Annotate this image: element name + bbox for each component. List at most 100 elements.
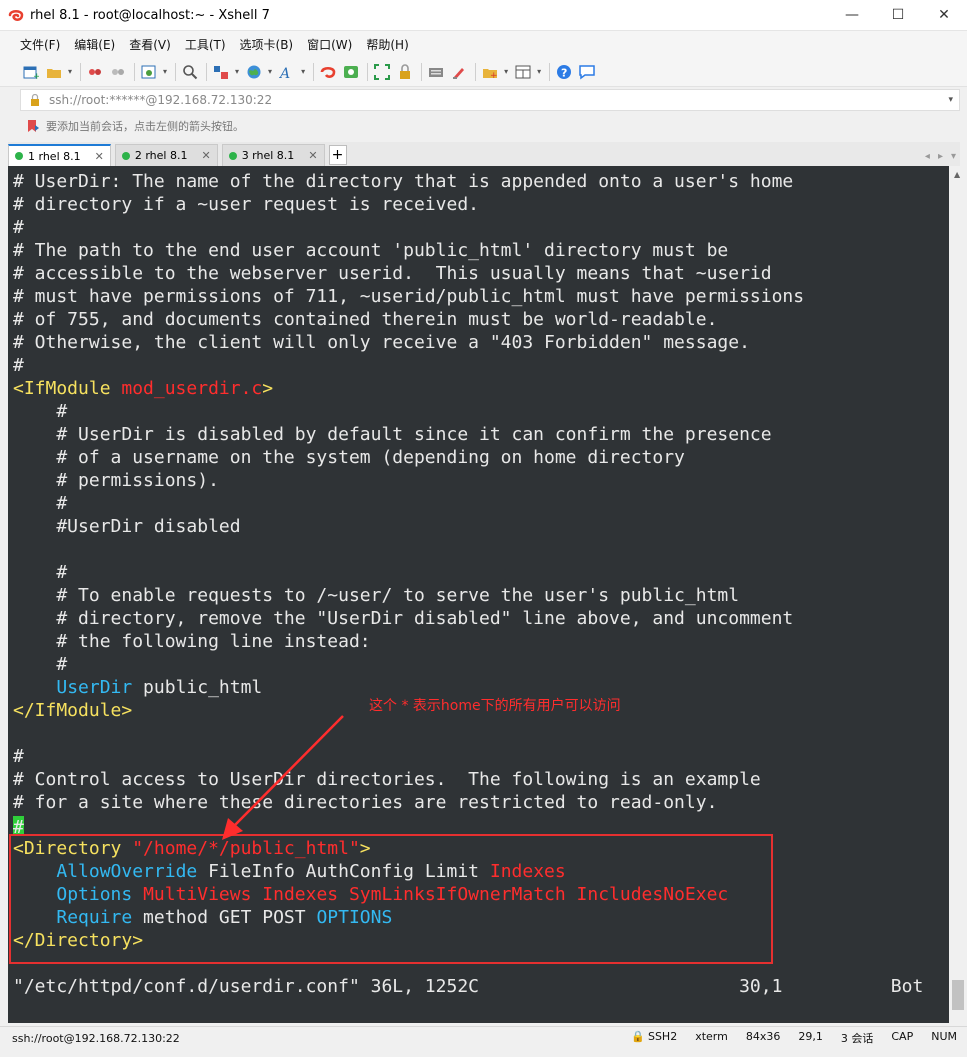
hint-bar: 要添加当前会话，点击左侧的箭头按钮。 <box>20 115 960 137</box>
keyboard-icon[interactable] <box>427 63 444 80</box>
maximize-button[interactable]: ☐ <box>875 0 921 31</box>
new-session-icon[interactable]: + <box>22 63 39 80</box>
toolbar-divider <box>175 62 177 81</box>
chat-icon[interactable] <box>578 63 595 80</box>
search-icon[interactable] <box>181 63 198 80</box>
menu-view[interactable]: 查看(V) <box>129 36 171 53</box>
address-input[interactable]: ssh://root:******@192.168.72.130:22 <box>49 93 272 107</box>
address-bar[interactable]: ssh://root:******@192.168.72.130:22 ▾ <box>20 89 960 111</box>
status-sessions[interactable]: 3 会话 <box>841 1030 874 1046</box>
tab-prev-icon[interactable]: ◂ <box>925 151 930 162</box>
tab-next-icon[interactable]: ▸ <box>938 151 943 162</box>
terminal-text: Options <box>56 884 133 905</box>
terminal-text: # <box>13 654 68 675</box>
close-button[interactable]: ✕ <box>921 0 967 31</box>
new-tab-folder-icon[interactable]: + <box>481 63 498 80</box>
title-bar: rhel 8.1 - root@localhost:~ - Xshell 7 —… <box>0 0 967 31</box>
terminal-line: # <box>13 354 24 377</box>
connected-status-icon <box>121 151 130 160</box>
tab-close-icon[interactable]: ✕ <box>201 149 210 162</box>
terminal-line: <Directory "/home/*/public_html"> <box>13 837 371 860</box>
tile-windows-icon[interactable] <box>514 63 531 80</box>
scrollbar-thumb[interactable] <box>952 980 964 1010</box>
open-dropdown-icon[interactable]: ▾ <box>68 67 72 76</box>
chevron-down-icon[interactable]: ▾ <box>948 95 953 105</box>
disconnect-icon[interactable] <box>109 63 126 80</box>
scroll-up-icon[interactable]: ▲ <box>954 170 960 179</box>
terminal-line: Options MultiViews Indexes SymLinksIfOwn… <box>13 883 728 906</box>
terminal-scrollbar[interactable]: ▲ <box>949 166 967 1023</box>
highlight-icon[interactable] <box>450 63 467 80</box>
terminal-line: "/etc/httpd/conf.d/userdir.conf" 36L, 12… <box>13 975 923 998</box>
properties-icon[interactable] <box>140 63 157 80</box>
lock-icon[interactable] <box>396 63 413 80</box>
terminal-line: #UserDir disabled <box>13 515 241 538</box>
tab-label: 2 rhel 8.1 <box>134 149 188 162</box>
layout-icon[interactable] <box>212 63 229 80</box>
terminal-text: # of 755, and documents contained therei… <box>13 309 718 330</box>
terminal-text: mod_userdir.c <box>121 378 263 399</box>
status-caps: CAP <box>891 1030 914 1043</box>
terminal-line: # <box>13 814 24 838</box>
terminal-text: "/home/*/public_html" <box>132 838 360 859</box>
menu-tools[interactable]: 工具(T) <box>185 36 226 53</box>
layout-dropdown-icon[interactable]: ▾ <box>235 67 239 76</box>
properties-dropdown-icon[interactable]: ▾ <box>163 67 167 76</box>
menu-edit[interactable]: 编辑(E) <box>74 36 115 53</box>
xshell-icon[interactable] <box>319 63 336 80</box>
tab-close-icon[interactable]: ✕ <box>95 150 104 163</box>
open-folder-icon[interactable] <box>45 63 62 80</box>
globe-icon[interactable] <box>245 63 262 80</box>
terminal-text: # permissions). <box>13 470 219 491</box>
menu-tabs[interactable]: 选项卡(B) <box>240 36 294 53</box>
terminal-line: # Otherwise, the client will only receiv… <box>13 331 750 354</box>
tile-dropdown-icon[interactable]: ▾ <box>537 67 541 76</box>
terminal-line: </Directory> <box>13 929 143 952</box>
terminal-line: # <box>13 745 24 768</box>
bookmark-arrow-icon[interactable] <box>26 119 40 133</box>
globe-dropdown-icon[interactable]: ▾ <box>268 67 272 76</box>
terminal-line: # To enable requests to /~user/ to serve… <box>13 584 739 607</box>
terminal-text: #UserDir disabled <box>13 516 241 537</box>
tab-session-3[interactable]: 3 rhel 8.1 ✕ <box>221 144 325 166</box>
connect-icon[interactable] <box>86 63 103 80</box>
menu-help[interactable]: 帮助(H) <box>366 36 408 53</box>
xftp-icon[interactable] <box>342 63 359 80</box>
terminal-text: # directory, remove the "UserDir disable… <box>13 608 794 629</box>
tab-list-icon[interactable]: ▾ <box>951 151 956 162</box>
toolbar-divider <box>206 62 208 81</box>
menu-file[interactable]: 文件(F) <box>20 36 60 53</box>
terminal-text: FileInfo AuthConfig Limit <box>197 861 490 882</box>
tab-session-1[interactable]: 1 rhel 8.1 ✕ <box>8 144 111 166</box>
terminal-line: # of 755, and documents contained therei… <box>13 308 717 331</box>
terminal-text: # <box>13 355 24 376</box>
help-icon[interactable]: ? <box>555 63 572 80</box>
xshell-logo-icon <box>8 10 24 21</box>
terminal-text: > <box>262 378 274 399</box>
font-icon[interactable]: A <box>278 63 295 80</box>
menu-window[interactable]: 窗口(W) <box>307 36 352 53</box>
terminal-text: # the following line instead: <box>13 631 371 652</box>
font-dropdown-icon[interactable]: ▾ <box>301 67 305 76</box>
terminal-line: # <box>13 653 67 676</box>
tab-session-2[interactable]: 2 rhel 8.1 ✕ <box>114 144 218 166</box>
terminal-text: # Control access to UserDir directories.… <box>13 769 761 790</box>
terminal-line: # of a username on the system (depending… <box>13 446 685 469</box>
terminal-text: MultiViews Indexes SymLinksIfOwnerMatch … <box>143 884 729 905</box>
terminal-text: # of a username on the system (depending… <box>13 447 685 468</box>
minimize-button[interactable]: — <box>829 0 875 31</box>
status-connection: ssh://root@192.168.72.130:22 <box>12 1031 180 1045</box>
svg-text:+: + <box>33 72 39 80</box>
terminal-text: </IfModule> <box>13 700 133 721</box>
add-tab-button[interactable]: + <box>328 145 347 165</box>
terminal-text: # UserDir is disabled by default since i… <box>13 424 772 445</box>
fullscreen-icon[interactable] <box>373 63 390 80</box>
terminal-text: # The path to the end user account 'publ… <box>13 240 729 261</box>
terminal-line: Require method GET POST OPTIONS <box>13 906 392 929</box>
terminal-screen[interactable]: # UserDir: The name of the directory tha… <box>8 166 949 1023</box>
new-tab-dropdown-icon[interactable]: ▾ <box>504 67 508 76</box>
tab-close-icon[interactable]: ✕ <box>308 149 317 162</box>
